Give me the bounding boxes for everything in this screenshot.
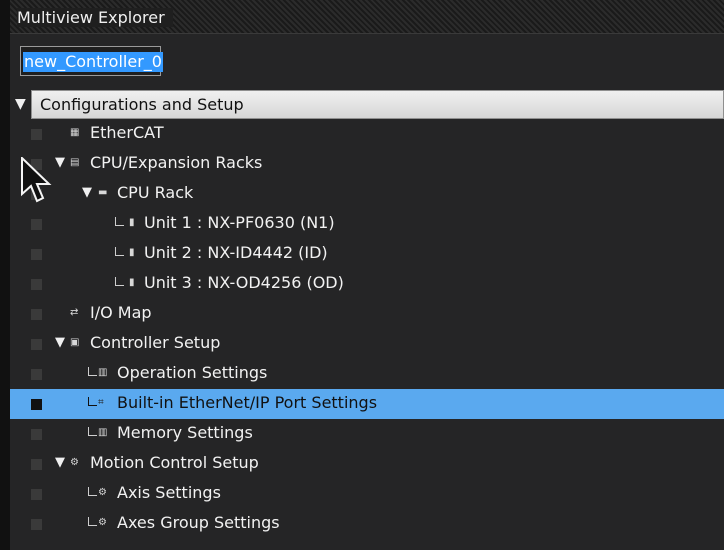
bottom-fade: [10, 544, 724, 550]
tree-item-label: Operation Settings: [117, 363, 268, 382]
tree-branch-line: [88, 367, 97, 376]
io-map-icon: ⇄: [70, 307, 79, 318]
status-square: [31, 339, 42, 350]
configuration-tree: ▦ EtherCAT ▼ ▤ CPU/Expansion Racks ▼ ▬ C…: [10, 119, 724, 539]
section-title: Configurations and Setup: [40, 95, 244, 114]
tree-item-motion-control-setup[interactable]: ▼ ⚙ Motion Control Setup: [10, 449, 724, 479]
tree-branch-line: [115, 217, 124, 226]
tree-item-controller-setup[interactable]: ▼ ▣ Controller Setup: [10, 329, 724, 359]
memory-icon: ▥: [98, 427, 108, 438]
tree-branch-line: [88, 427, 97, 436]
tree-item-io-map[interactable]: ⇄ I/O Map: [10, 299, 724, 329]
mouse-pointer-icon: [21, 157, 52, 203]
tree-branch-line: [115, 247, 124, 256]
window-title: Multiview Explorer: [17, 8, 173, 27]
status-square: [31, 429, 42, 440]
unit-icon: ▮: [129, 217, 135, 228]
status-square: [31, 459, 42, 470]
axis-icon: ⚙: [98, 487, 107, 498]
tree-branch-line: [115, 277, 124, 286]
tree-item-unit-1[interactable]: ▮ Unit 1 : NX-PF0630 (N1): [10, 209, 724, 239]
expand-arrow-icon[interactable]: ▼: [55, 156, 65, 170]
status-square: [31, 489, 42, 500]
gear-icon: ⚙: [70, 457, 79, 468]
status-square: [31, 219, 42, 230]
section-expand-arrow-icon[interactable]: ▼: [15, 96, 26, 112]
tree-item-ethercat[interactable]: ▦ EtherCAT: [10, 119, 724, 149]
tree-item-label: Motion Control Setup: [90, 453, 259, 472]
cpu-rack-icon: ▬: [98, 187, 108, 198]
tree-item-label: Unit 2 : NX-ID4442 (ID): [144, 243, 328, 262]
ethercat-icon: ▦: [70, 127, 80, 138]
tree-item-label: Axes Group Settings: [117, 513, 280, 532]
tree-item-label: Unit 1 : NX-PF0630 (N1): [144, 213, 335, 232]
tree-item-cpu-rack[interactable]: ▼ ▬ CPU Rack: [10, 179, 724, 209]
expand-arrow-icon[interactable]: ▼: [82, 186, 92, 200]
tree-branch-line: [88, 487, 97, 496]
unit-icon: ▮: [129, 247, 135, 258]
status-square: [31, 279, 42, 290]
tree-item-label: CPU Rack: [117, 183, 194, 202]
configurations-setup-header[interactable]: Configurations and Setup: [31, 90, 724, 119]
ethernet-port-icon: ⌗: [98, 397, 104, 408]
tree-branch-line: [88, 397, 97, 406]
left-window-edge: [0, 0, 10, 550]
tree-item-label: Built-in EtherNet/IP Port Settings: [117, 393, 378, 412]
status-square: [31, 309, 42, 320]
tree-item-label: Axis Settings: [117, 483, 221, 502]
axes-group-icon: ⚙: [98, 517, 107, 528]
tree-branch-line: [88, 517, 97, 526]
tree-item-label: CPU/Expansion Racks: [90, 153, 263, 172]
tree-item-label: EtherCAT: [90, 123, 164, 142]
tree-item-label: Memory Settings: [117, 423, 253, 442]
controller-setup-icon: ▣: [70, 337, 80, 348]
tree-item-label: Controller Setup: [90, 333, 221, 352]
tree-item-cpu-expansion-racks[interactable]: ▼ ▤ CPU/Expansion Racks: [10, 149, 724, 179]
status-square: [31, 519, 42, 530]
tree-item-operation-settings[interactable]: ▥ Operation Settings: [10, 359, 724, 389]
status-square: [31, 369, 42, 380]
unit-icon: ▮: [129, 277, 135, 288]
status-square: [31, 249, 42, 260]
controller-name-field[interactable]: new_Controller_0: [20, 46, 163, 76]
operation-settings-icon: ▥: [98, 367, 108, 378]
tree-item-unit-3[interactable]: ▮ Unit 3 : NX-OD4256 (OD): [10, 269, 724, 299]
expand-arrow-icon[interactable]: ▼: [55, 456, 65, 470]
tree-item-axis-settings[interactable]: ⚙ Axis Settings: [10, 479, 724, 509]
tree-item-label: Unit 3 : NX-OD4256 (OD): [144, 273, 344, 292]
status-square: [31, 129, 42, 140]
controller-name-value: new_Controller_0: [23, 52, 163, 72]
rack-icon: ▤: [70, 157, 80, 168]
tree-item-unit-2[interactable]: ▮ Unit 2 : NX-ID4442 (ID): [10, 239, 724, 269]
tree-item-label: I/O Map: [90, 303, 152, 322]
tree-item-built-in-ethernet-ip-port-settings[interactable]: ⌗ Built-in EtherNet/IP Port Settings: [10, 389, 724, 419]
tree-item-axes-group-settings[interactable]: ⚙ Axes Group Settings: [10, 509, 724, 539]
tree-item-memory-settings[interactable]: ▥ Memory Settings: [10, 419, 724, 449]
multiview-explorer-window: Multiview Explorer new_Controller_0 ▼ Co…: [0, 0, 724, 550]
title-bar: Multiview Explorer: [10, 0, 724, 34]
expand-arrow-icon[interactable]: ▼: [55, 336, 65, 350]
status-square: [31, 399, 42, 410]
